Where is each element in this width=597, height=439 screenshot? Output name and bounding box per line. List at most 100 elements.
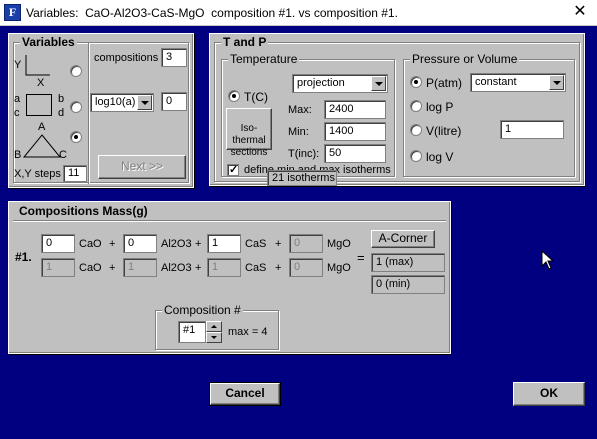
- spin-down-icon[interactable]: [206, 332, 222, 343]
- pressure-title: Pressure or Volume: [410, 52, 520, 66]
- triangle-mode-radio[interactable]: [70, 131, 82, 143]
- cao-label: CaO: [79, 238, 102, 250]
- pressure-mode-value: constant: [475, 76, 517, 88]
- chevron-down-icon[interactable]: [137, 95, 152, 110]
- cao-mass-input[interactable]: 0: [41, 234, 75, 253]
- pressure-group: Pressure or Volume P(atm) constant log P…: [403, 52, 575, 177]
- temperature-mode-select[interactable]: projection: [292, 74, 388, 93]
- composition-max-label: max = 4: [228, 326, 268, 338]
- plus-sign: +: [275, 262, 282, 274]
- log-v-label: log V: [426, 150, 454, 164]
- t-celsius-radio[interactable]: [228, 90, 240, 102]
- y-axis-label: Y: [14, 59, 22, 71]
- log-v-radio[interactable]: [410, 150, 422, 162]
- xy-steps-input[interactable]: 11: [63, 165, 87, 182]
- mgo-label: MgO: [327, 238, 351, 250]
- temperature-mode-value: projection: [297, 77, 345, 89]
- compositions-mass-panel: Compositions Mass(g) #1. 0 CaO + 0 Al2O3…: [8, 201, 451, 354]
- composition-number-input[interactable]: #1: [178, 321, 206, 343]
- variables-separator: [88, 43, 89, 184]
- cas-label: CaS: [245, 238, 267, 250]
- mgo-mass-input[interactable]: 0: [289, 234, 323, 253]
- x-axis-label: X: [37, 77, 45, 89]
- al2o3-label: Al2O3: [161, 262, 192, 274]
- triangle-a-label: A: [38, 121, 46, 133]
- plus-sign: +: [195, 262, 202, 274]
- chevron-down-icon[interactable]: [371, 76, 386, 91]
- inc-temp-input[interactable]: 50: [324, 144, 386, 163]
- v-litre-label: V(litre): [426, 124, 462, 138]
- composition-number-group: Composition # #1 max = 4: [155, 303, 279, 350]
- a-corner-button[interactable]: A-Corner: [371, 230, 435, 248]
- plus-sign: +: [109, 238, 116, 250]
- scale-value-input[interactable]: 0: [161, 92, 187, 111]
- cas-mass-input[interactable]: 1: [207, 258, 241, 277]
- min-label: Min:: [288, 126, 309, 138]
- patm-radio[interactable]: [410, 76, 422, 88]
- t-and-p-title: T and P: [221, 35, 269, 49]
- cas-label: CaS: [245, 262, 267, 274]
- corner-a-label: a: [14, 93, 21, 105]
- al2o3-mass-input[interactable]: 0: [123, 234, 157, 253]
- temperature-group: Temperature T(C) projection Iso- thermal…: [221, 52, 395, 177]
- xy-steps-label: X,Y steps: [14, 168, 61, 180]
- al2o3-mass-input[interactable]: 1: [123, 258, 157, 277]
- min-temp-input[interactable]: 1400: [324, 122, 386, 141]
- close-button[interactable]: ✕: [569, 2, 591, 22]
- t-celsius-label: T(C): [244, 90, 268, 104]
- patm-label: P(atm): [426, 76, 462, 90]
- max-value-field: 1 (max): [371, 253, 445, 272]
- log-p-radio[interactable]: [410, 100, 422, 112]
- min-value-field: 0 (min): [371, 275, 445, 294]
- square-mode-radio[interactable]: [70, 101, 82, 113]
- composition-spinner[interactable]: [206, 321, 222, 343]
- cao-label: CaO: [79, 262, 102, 274]
- isothermal-sections-button[interactable]: Iso- thermal sections: [226, 108, 272, 158]
- corner-b-label: b: [58, 93, 65, 105]
- cancel-button[interactable]: Cancel: [209, 382, 281, 406]
- pressure-value-input[interactable]: 1: [500, 120, 564, 139]
- next-button[interactable]: Next >>: [98, 155, 186, 179]
- triangle-icon: [22, 134, 62, 158]
- plus-sign: +: [109, 262, 116, 274]
- cas-mass-input[interactable]: 1: [207, 234, 241, 253]
- spin-up-icon[interactable]: [206, 321, 222, 332]
- max-temp-input[interactable]: 2400: [324, 100, 386, 119]
- triangle-c-label: C: [59, 149, 67, 161]
- equals-sign: =: [357, 250, 365, 265]
- log-p-label: log P: [426, 100, 454, 114]
- composition-number-title: Composition #: [162, 303, 243, 317]
- chevron-down-icon[interactable]: [549, 75, 564, 90]
- square-icon: [26, 94, 52, 116]
- xy-axes-icon: [25, 55, 50, 76]
- variables-group: Variables Y X a c b d A B C X,Y steps 11…: [13, 35, 189, 184]
- variables-panel: Variables Y X a c b d A B C X,Y steps 11…: [8, 33, 194, 188]
- corner-d-label: d: [58, 107, 65, 119]
- ok-button[interactable]: OK: [513, 382, 585, 406]
- t-and-p-panel: T and P Temperature T(C) projection Iso-…: [209, 33, 585, 186]
- max-label: Max:: [288, 104, 312, 116]
- compositions-mass-title: Compositions Mass(g): [19, 204, 148, 218]
- compositions-input[interactable]: 3: [161, 48, 187, 67]
- cao-mass-input[interactable]: 1: [41, 258, 75, 277]
- isotherms-count: 21 isotherms: [267, 170, 337, 186]
- compositions-mass-rule: [13, 220, 446, 221]
- triangle-b-label: B: [14, 149, 22, 161]
- mgo-mass-input[interactable]: 0: [289, 258, 323, 277]
- variables-title: Variables: [20, 35, 77, 49]
- scale-select-value: log10(a): [95, 96, 136, 108]
- corner-c-label: c: [14, 107, 20, 119]
- compositions-label: compositions: [94, 52, 159, 64]
- mouse-cursor-icon: [541, 250, 555, 270]
- scale-select[interactable]: log10(a): [90, 93, 154, 112]
- app-icon: F: [4, 4, 21, 21]
- v-litre-radio[interactable]: [410, 124, 422, 136]
- composition-row-label: #1.: [15, 250, 32, 264]
- xy-mode-radio[interactable]: [70, 65, 82, 77]
- pressure-mode-select[interactable]: constant: [470, 73, 566, 92]
- window-title: Variables: CaO-Al2O3-CaS-MgO composition…: [26, 6, 398, 20]
- define-isotherms-checkbox[interactable]: [227, 163, 239, 176]
- al2o3-label: Al2O3: [161, 238, 192, 250]
- temperature-title: Temperature: [228, 52, 300, 66]
- mgo-label: MgO: [327, 262, 351, 274]
